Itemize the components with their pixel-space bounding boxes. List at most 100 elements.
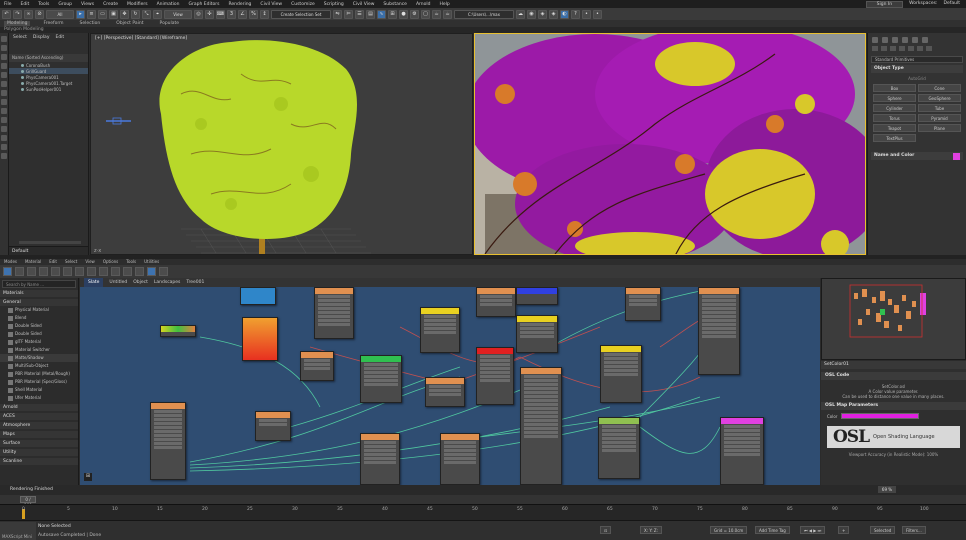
osl-node[interactable] [516, 315, 558, 353]
color-swatch[interactable] [841, 413, 920, 419]
render-production-icon[interactable]: ☕ [432, 9, 441, 19]
groups-icon[interactable] [1, 99, 7, 105]
systems-icon[interactable] [926, 46, 932, 51]
browser-group[interactable]: ACES [0, 413, 78, 420]
view-tab[interactable]: Object [133, 278, 148, 287]
osl-node[interactable] [360, 355, 402, 403]
cameras-icon[interactable] [899, 46, 905, 51]
lay-out-children-icon[interactable] [147, 267, 156, 276]
menu-item[interactable]: Group [58, 2, 72, 7]
select-object-icon[interactable]: ▸ [76, 9, 85, 19]
browser-item[interactable]: Matte/Shadow [0, 354, 78, 362]
object-type-rollout[interactable]: Object Type [871, 65, 963, 73]
spacewarps-icon[interactable] [1, 90, 7, 96]
hide-unused-slots-icon[interactable] [75, 267, 84, 276]
show-end-result-icon[interactable] [99, 267, 108, 276]
select-tool-icon[interactable] [3, 267, 12, 276]
place-icon[interactable]: ⌖ [153, 9, 162, 19]
browser-item[interactable]: Material Switcher [0, 346, 78, 354]
geosphere-button[interactable]: GeoSphere [918, 94, 961, 102]
rectangular-selection-icon[interactable]: ▭ [98, 9, 107, 19]
arnold-ipr-icon[interactable]: ◈ [549, 9, 558, 19]
browser-group[interactable]: Maps [0, 431, 78, 438]
osl-node[interactable] [625, 287, 661, 321]
osl-node[interactable] [360, 433, 400, 485]
box-button[interactable]: Box [873, 84, 916, 92]
undo-icon[interactable]: ↶ [2, 9, 11, 19]
xrefs-icon[interactable] [1, 108, 7, 114]
plane-button[interactable]: Plane [918, 124, 961, 132]
active-shade-icon[interactable]: ◐ [560, 9, 569, 19]
lay-out-all-icon[interactable] [135, 267, 144, 276]
menu-item[interactable]: Create [103, 2, 118, 7]
geometry-icon[interactable] [872, 46, 878, 51]
browser-item[interactable]: PBR Material (Metal/Rough) [0, 370, 78, 378]
zoom-level-field[interactable]: 69 % [878, 486, 896, 493]
teapot-button[interactable]: Teapot [873, 124, 916, 132]
maxscript-listener[interactable]: MAXScript Mini [0, 522, 36, 540]
geometry-icon[interactable] [1, 45, 7, 51]
osl-node[interactable] [440, 433, 480, 485]
curve-editor-icon[interactable]: ∿ [377, 9, 386, 19]
helpers-icon[interactable] [908, 46, 914, 51]
ribbon-tab[interactable]: Modeling [4, 21, 31, 26]
material-parameter-icon[interactable] [159, 267, 168, 276]
hidden-icon[interactable] [1, 144, 7, 150]
move-icon[interactable]: ✥ [120, 9, 129, 19]
show-map-in-viewport-icon[interactable] [87, 267, 96, 276]
explorer-tab-edit[interactable]: Edit [55, 35, 64, 40]
menu-item[interactable]: Modifiers [127, 2, 148, 7]
workspace-dropdown[interactable]: Default [944, 1, 960, 8]
delete-selected-icon[interactable] [51, 267, 60, 276]
menu-item[interactable]: Substance [383, 2, 407, 7]
torus-button[interactable]: Torus [873, 114, 916, 122]
material-preview-node[interactable] [240, 287, 276, 305]
spinner-snap-icon[interactable]: ↕ [260, 9, 269, 19]
modify-tab-icon[interactable] [882, 37, 888, 43]
menu-item[interactable]: Graph Editors [189, 2, 220, 7]
ribbon-tab[interactable]: Freeform [40, 21, 66, 26]
redo-icon[interactable]: ↷ [13, 9, 22, 19]
browser-group[interactable]: Scanline [0, 458, 78, 465]
viewport-label[interactable]: [+] [Perspective] [Standard] [Wireframe] [95, 36, 187, 41]
osl-node[interactable] [150, 402, 186, 480]
filter-icon[interactable] [1, 36, 7, 42]
extra-tool-icon[interactable]: • [582, 9, 591, 19]
viewport-perspective[interactable]: [+] [Perspective] [Standard] [Wireframe]… [90, 33, 473, 255]
menu-item[interactable]: Rendering [228, 2, 251, 7]
menu-item[interactable]: Scripting [324, 2, 344, 7]
scene-path-dropdown[interactable]: C:\Users\...\max [454, 9, 514, 19]
reference-coordinate-dropdown[interactable]: View [164, 9, 192, 19]
browser-item[interactable]: Double Sided [0, 330, 78, 338]
scale-icon[interactable]: ⤡ [142, 9, 151, 19]
time-slider-knob[interactable]: 0 / 100 [20, 496, 36, 508]
named-selection-dropdown[interactable]: Create Selection Set [271, 9, 331, 19]
pivot-icon[interactable]: ◎ [194, 9, 203, 19]
select-manipulate-icon[interactable]: ✣ [205, 9, 214, 19]
unlink-icon[interactable]: ⊘ [35, 9, 44, 19]
osl-node[interactable] [600, 345, 642, 403]
browser-item[interactable]: Multi/Sub-Object [0, 362, 78, 370]
extra-tool-2-icon[interactable]: • [593, 9, 602, 19]
navigation-toggle-icon[interactable]: ⊞ [84, 473, 92, 481]
browser-item[interactable]: Ufer Material [0, 394, 78, 402]
browser-item[interactable]: Double Sided [0, 322, 78, 330]
bones-icon[interactable] [1, 117, 7, 123]
browser-group[interactable]: Arnold [0, 404, 78, 411]
pick-material-icon[interactable] [15, 267, 24, 276]
browser-item[interactable]: Physical Material [0, 306, 78, 314]
align-icon[interactable]: ⊨ [344, 9, 353, 19]
sphere-button[interactable]: Sphere [873, 94, 916, 102]
view-tab[interactable]: Untitled [109, 278, 127, 287]
explorer-row[interactable]: SunPosHelper001 [9, 86, 88, 92]
output-node[interactable] [720, 417, 764, 485]
slate-node-view[interactable]: ⊞ [80, 287, 820, 485]
a360-gallery-icon[interactable]: ◉ [527, 9, 536, 19]
all-filters-icon[interactable] [1, 153, 7, 159]
lights-icon[interactable] [1, 63, 7, 69]
select-by-material-icon[interactable] [123, 267, 132, 276]
osl-node[interactable] [255, 411, 291, 441]
arnold-render-icon[interactable]: ◈ [538, 9, 547, 19]
assign-material-icon[interactable] [39, 267, 48, 276]
osl-node[interactable] [476, 287, 516, 317]
